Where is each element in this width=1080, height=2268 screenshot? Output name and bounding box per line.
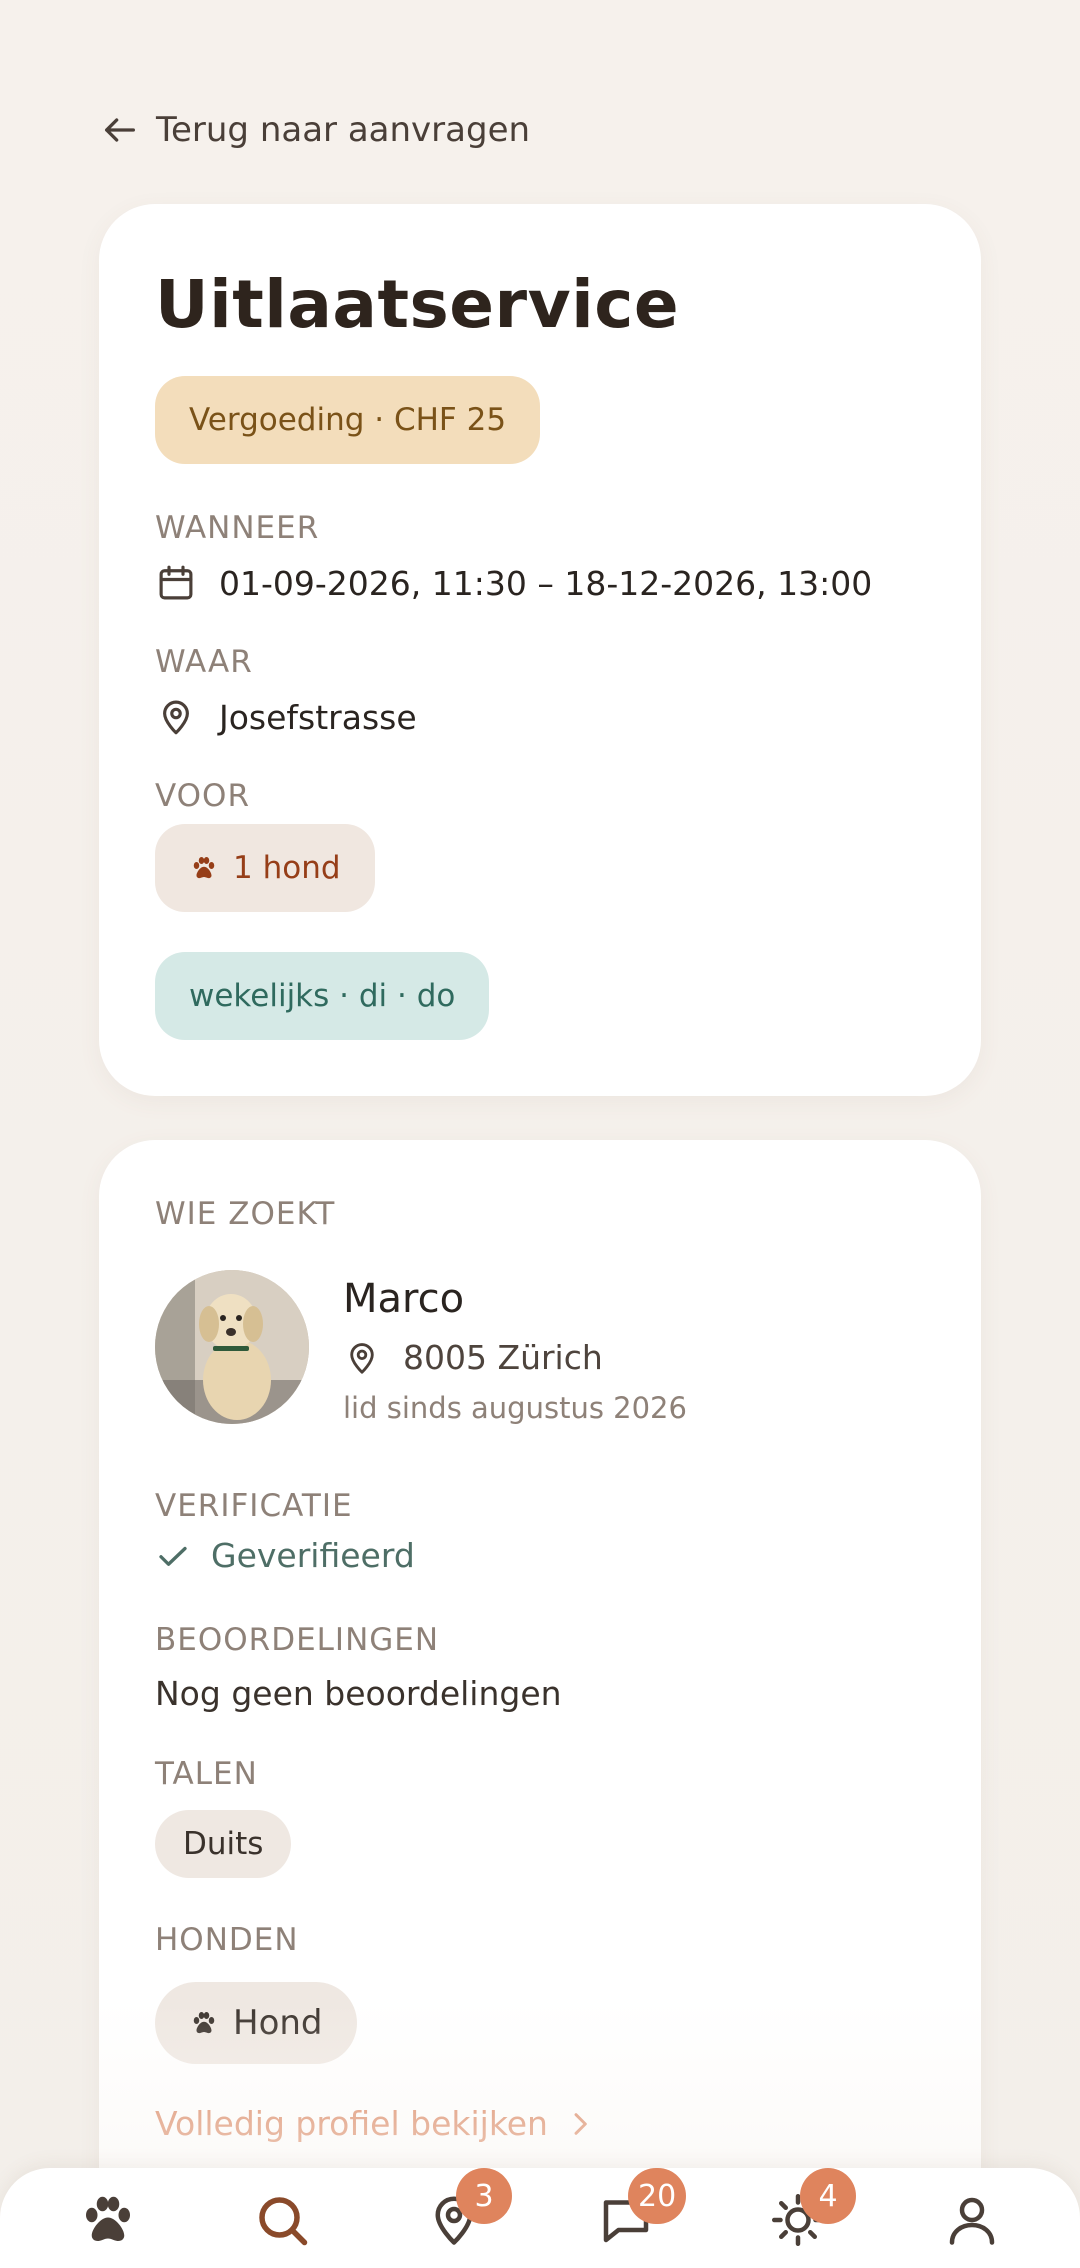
requester-card: WIE ZOEKT Marco 8005 Zürich lid sinds au… bbox=[99, 1140, 981, 2268]
dogs-label: HONDEN bbox=[155, 1922, 299, 1958]
where-row: Josefstrasse bbox=[155, 696, 417, 738]
user-icon bbox=[949, 2197, 995, 2245]
request-title: Uitlaatservice bbox=[155, 266, 680, 343]
frequency-badge: wekelijks · di · do bbox=[155, 952, 490, 1040]
frequency-label: wekelijks · di · do bbox=[189, 978, 456, 1014]
requester-profile: Marco 8005 Zürich lid sinds augustus 202… bbox=[155, 1270, 687, 1425]
reviews-label: BEOORDELINGEN bbox=[155, 1622, 440, 1658]
dog-count-label: 1 hond bbox=[233, 850, 341, 886]
map-pin-icon bbox=[350, 1342, 374, 1374]
paw-icon bbox=[193, 857, 215, 879]
arrow-left-icon bbox=[105, 118, 135, 142]
verification-status: Geverifieerd bbox=[155, 1536, 415, 1575]
back-link[interactable]: Terug naar aanvragen bbox=[100, 110, 530, 150]
for-label: VOOR bbox=[155, 778, 251, 814]
back-link-label: Terug naar aanvragen bbox=[156, 110, 531, 150]
calendar-icon bbox=[159, 565, 193, 600]
check-icon bbox=[159, 1546, 187, 1566]
member-since: lid sinds augustus 2026 bbox=[343, 1391, 687, 1425]
nav-item-map[interactable]: 3 bbox=[424, 2168, 512, 2250]
request-card: Uitlaatservice Vergoeding · CHF 25 WANNE… bbox=[99, 204, 981, 1096]
dog-count-badge: 1 hond bbox=[155, 824, 375, 912]
when-value: 01-09-2026, 11:30 – 18-12-2026, 13:00 bbox=[219, 563, 873, 603]
view-profile-label: Volledig profiel bekijken bbox=[155, 2104, 548, 2143]
search-icon bbox=[259, 2197, 308, 2246]
page: Terug naar aanvragen Uitlaatservice Verg… bbox=[0, 0, 1080, 2268]
bottom-nav: 3 20 4 bbox=[0, 2168, 1080, 2268]
notification-badge: 4 bbox=[800, 2168, 856, 2224]
language-chip: Duits bbox=[155, 1810, 292, 1878]
map-pin-icon bbox=[163, 700, 189, 735]
nav-item-home[interactable] bbox=[78, 2190, 138, 2250]
languages-label: TALEN bbox=[155, 1756, 258, 1792]
chevron-right-icon bbox=[574, 2112, 587, 2135]
notification-badge: 20 bbox=[628, 2168, 687, 2224]
requester-name: Marco bbox=[343, 1276, 465, 1322]
dog-chip: Hond bbox=[155, 1982, 357, 2064]
verification-value: Geverifieerd bbox=[211, 1536, 415, 1575]
when-row: 01-09-2026, 11:30 – 18-12-2026, 13:00 bbox=[155, 562, 872, 604]
requester-location-row: 8005 Zürich bbox=[343, 1338, 687, 1377]
nav-item-search[interactable] bbox=[252, 2190, 312, 2250]
nav-item-messages[interactable]: 20 bbox=[596, 2168, 687, 2250]
where-label: WAAR bbox=[155, 644, 253, 680]
requester-location: 8005 Zürich bbox=[403, 1338, 603, 1377]
paw-icon bbox=[193, 2012, 215, 2034]
where-value: Josefstrasse bbox=[219, 697, 417, 737]
dog-photo-icon bbox=[155, 1270, 309, 1424]
requester-info: Marco 8005 Zürich lid sinds augustus 202… bbox=[343, 1270, 687, 1425]
nav-item-activity[interactable]: 4 bbox=[768, 2168, 856, 2250]
fee-badge-label: Vergoeding · CHF 25 bbox=[189, 402, 507, 438]
requester-section-label: WIE ZOEKT bbox=[155, 1196, 336, 1232]
avatar[interactable] bbox=[155, 1270, 309, 1424]
when-label: WANNEER bbox=[155, 510, 320, 546]
view-profile-link[interactable]: Volledig profiel bekijken bbox=[155, 2104, 596, 2143]
language-chip-label: Duits bbox=[183, 1826, 264, 1862]
nav-item-profile[interactable] bbox=[942, 2190, 1002, 2250]
verification-label: VERIFICATIE bbox=[155, 1488, 353, 1524]
notification-badge: 3 bbox=[456, 2168, 512, 2224]
paw-icon bbox=[86, 2196, 130, 2242]
fee-badge: Vergoeding · CHF 25 bbox=[155, 376, 541, 464]
dog-chip-label: Hond bbox=[233, 2003, 323, 2043]
reviews-value: Nog geen beoordelingen bbox=[155, 1674, 562, 1713]
